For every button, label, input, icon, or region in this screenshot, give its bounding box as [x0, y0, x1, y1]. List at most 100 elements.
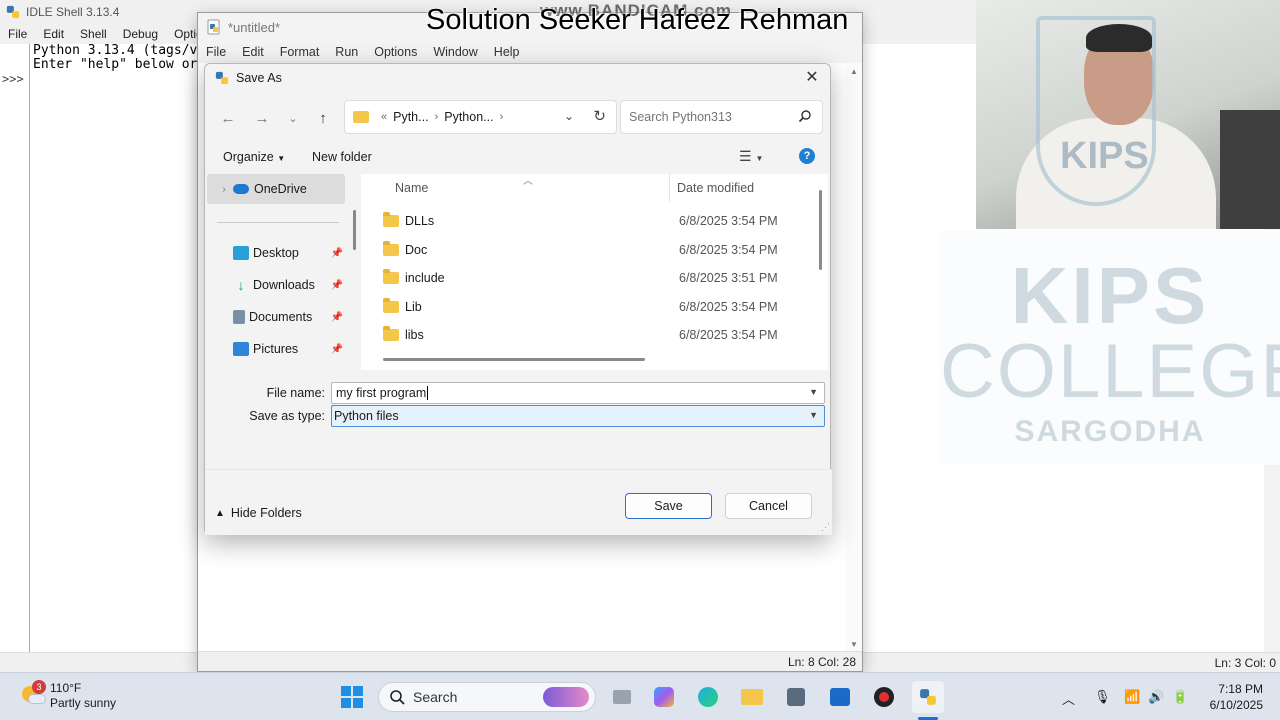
help-icon[interactable]: ? — [799, 148, 815, 164]
shell-menu-edit[interactable]: Edit — [35, 27, 72, 41]
close-icon[interactable]: ✕ — [802, 68, 822, 88]
view-options-icon[interactable]: ☰ ▼ — [739, 148, 763, 165]
recorder-icon[interactable] — [868, 681, 900, 713]
task-view-icon[interactable] — [606, 681, 638, 713]
column-header-date-modified[interactable]: Date modified — [677, 174, 754, 202]
file-row[interactable]: include 6/8/2025 3:51 PM — [361, 264, 811, 292]
search-box[interactable] — [620, 100, 823, 134]
folder-icon — [383, 269, 399, 284]
taskbar-search[interactable]: Search — [378, 682, 596, 712]
pin-icon[interactable]: 📌 — [331, 248, 343, 259]
back-arrow-icon[interactable]: ← — [217, 108, 239, 130]
nav-item-label: Downloads — [253, 278, 315, 292]
system-clock[interactable]: 7:18 PM 6/10/2025 — [1203, 681, 1263, 713]
outlook-icon[interactable] — [824, 681, 856, 713]
save-button[interactable]: Save — [625, 493, 712, 519]
copilot-icon[interactable] — [648, 681, 680, 713]
file-date: 6/8/2025 3:54 PM — [679, 214, 778, 228]
start-button[interactable] — [336, 681, 368, 713]
video-title-banner: Solution Seeker Hafeez Rehman — [426, 4, 849, 36]
wifi-icon[interactable]: 📶 — [1124, 689, 1140, 705]
editor-menu-window[interactable]: Window — [425, 45, 485, 59]
save-as-type-value: Python files — [334, 409, 399, 423]
folder-icon — [353, 111, 369, 123]
dialog-toolbar: Organize ▼ New folder ☰ ▼ ? — [205, 142, 832, 174]
shell-output[interactable]: Python 3.13.4 (tags/v Enter "help" below … — [33, 44, 197, 72]
nav-item-onedrive[interactable]: › OneDrive — [207, 174, 345, 204]
shell-prompt-gutter: >>> — [0, 44, 30, 652]
file-name-field[interactable]: my first program ▼ — [331, 382, 825, 404]
new-folder-button[interactable]: New folder — [312, 150, 372, 164]
hide-folders-button[interactable]: ▲ Hide Folders — [215, 506, 302, 520]
editor-menu-help[interactable]: Help — [486, 45, 528, 59]
editor-menu-options[interactable]: Options — [366, 45, 425, 59]
chevron-down-icon[interactable]: ▼ — [809, 410, 818, 420]
pin-icon[interactable]: 📌 — [331, 344, 343, 355]
file-name: libs — [405, 328, 424, 342]
column-divider[interactable] — [669, 174, 670, 202]
nav-item-downloads[interactable]: ↓ Downloads 📌 — [207, 270, 345, 300]
weather-widget[interactable]: 3 110°F Partly sunny — [20, 680, 116, 711]
file-name: Lib — [405, 300, 422, 314]
show-hidden-icons-chevron-icon[interactable]: ︿ — [1062, 689, 1075, 708]
nav-scrollbar[interactable] — [353, 210, 356, 250]
scroll-up-arrow-icon[interactable]: ▲ — [850, 67, 858, 76]
search-highlight-icon — [543, 687, 589, 707]
battery-icon[interactable]: 🔋 — [1172, 689, 1188, 705]
cancel-button[interactable]: Cancel — [725, 493, 812, 519]
notification-badge: 3 — [32, 680, 46, 694]
breadcrumb-item[interactable]: Pyth... — [393, 110, 428, 124]
pin-icon[interactable]: 📌 — [331, 312, 343, 323]
editor-menu-run[interactable]: Run — [327, 45, 366, 59]
save-as-type-select[interactable]: Python files ▼ — [331, 405, 825, 427]
editor-menu-file[interactable]: File — [198, 45, 234, 59]
file-list-vertical-scrollbar[interactable] — [819, 190, 822, 270]
address-bar[interactable]: « Pyth... › Python... › ⌄ ↻ — [344, 100, 617, 134]
microsoft-store-icon[interactable] — [780, 681, 812, 713]
refresh-icon[interactable]: ↻ — [593, 107, 606, 125]
overflow-breadcrumb-icon[interactable]: « — [381, 111, 387, 123]
editor-menu-edit[interactable]: Edit — [234, 45, 272, 59]
column-header-name[interactable]: Name — [395, 174, 428, 202]
breadcrumb-item[interactable]: Python... — [444, 110, 493, 124]
file-row[interactable]: DLLs 6/8/2025 3:54 PM — [361, 207, 811, 235]
python-icon — [920, 689, 936, 705]
file-list-horizontal-scrollbar[interactable] — [383, 358, 645, 361]
nav-item-documents[interactable]: Documents 📌 — [207, 302, 345, 332]
scroll-down-arrow-icon[interactable]: ▼ — [850, 640, 858, 649]
up-arrow-icon[interactable]: ↑ — [312, 108, 334, 130]
resize-grip-icon[interactable]: ⋰ — [821, 522, 830, 533]
editor-scrollbar[interactable]: ▲ ▼ — [846, 63, 862, 651]
nav-item-desktop[interactable]: Desktop 📌 — [207, 238, 345, 268]
python-idle-taskbar-icon[interactable] — [912, 681, 944, 713]
file-row[interactable]: Lib 6/8/2025 3:54 PM — [361, 293, 811, 321]
shell-menu-file[interactable]: File — [0, 27, 35, 41]
file-row[interactable]: Doc 6/8/2025 3:54 PM — [361, 236, 811, 264]
expand-chevron-icon[interactable]: › — [215, 184, 233, 195]
recent-locations-chevron-icon[interactable]: ⌄ — [282, 108, 304, 130]
chevron-down-icon[interactable]: ▼ — [809, 387, 818, 397]
file-row[interactable]: libs 6/8/2025 3:54 PM — [361, 321, 811, 349]
nav-item-label: OneDrive — [254, 182, 307, 196]
nav-item-label: Desktop — [253, 246, 299, 260]
clock-time: 7:18 PM — [1218, 682, 1263, 696]
pin-icon[interactable]: 📌 — [331, 280, 343, 291]
shell-menu-shell[interactable]: Shell — [72, 27, 115, 41]
address-dropdown-icon[interactable]: ⌄ — [564, 109, 574, 123]
search-input[interactable] — [629, 110, 789, 124]
organize-button[interactable]: Organize ▼ — [223, 150, 285, 164]
shell-menu-debug[interactable]: Debug — [115, 27, 166, 41]
file-name: Doc — [405, 243, 428, 257]
editor-menu-format[interactable]: Format — [272, 45, 328, 59]
nav-item-pictures[interactable]: Pictures 📌 — [207, 334, 345, 364]
dialog-title-bar: Save As — [205, 64, 832, 92]
save-as-dialog: Save As ✕ ← → ⌄ ↑ « Pyth... › Python... … — [204, 63, 832, 535]
forward-arrow-icon[interactable]: → — [251, 108, 273, 130]
shell-cursor-position: Ln: 3 Col: 0 — [1214, 656, 1276, 670]
volume-icon[interactable]: 🔊 — [1148, 689, 1164, 705]
kips-college-logo: KIPS COLLEGE SARGODHA — [940, 230, 1280, 465]
file-explorer-icon[interactable] — [736, 681, 768, 713]
edge-browser-icon[interactable] — [692, 681, 724, 713]
microphone-icon[interactable]: 🎙 — [1094, 689, 1111, 705]
desktop-icon — [233, 246, 249, 260]
